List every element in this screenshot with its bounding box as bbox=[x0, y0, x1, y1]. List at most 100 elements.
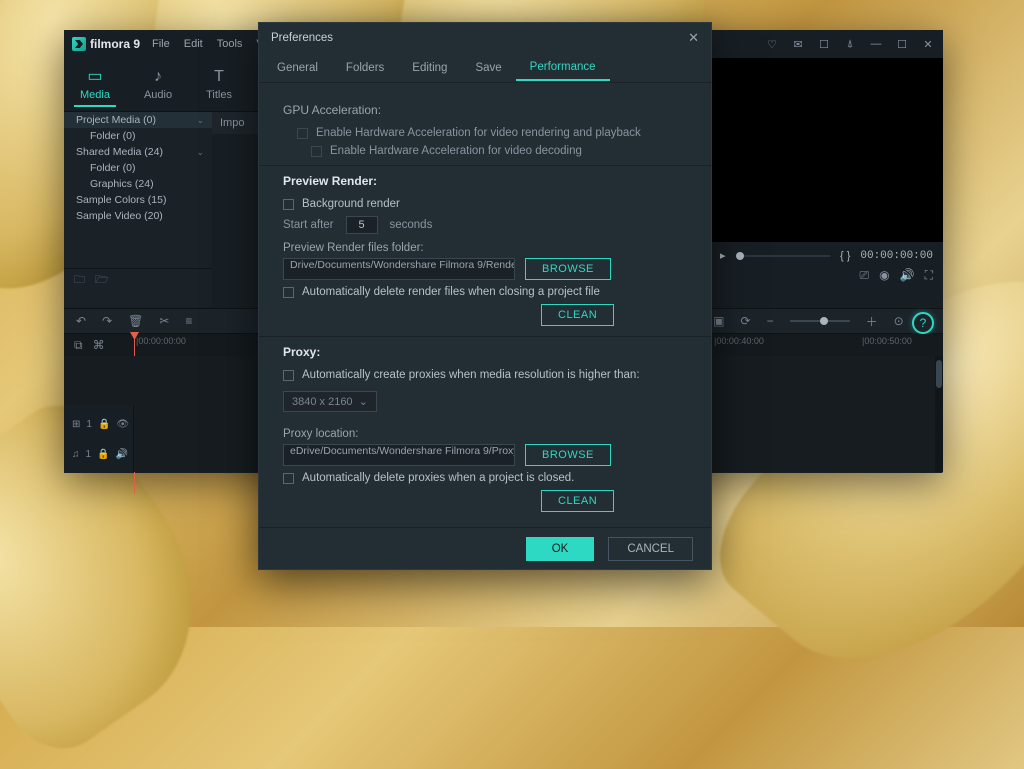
titles-icon: T bbox=[214, 68, 224, 86]
tab-audio[interactable]: ♪ Audio bbox=[138, 64, 178, 105]
logo-icon bbox=[72, 37, 86, 51]
proxy-browse-button[interactable]: BROWSE bbox=[525, 444, 611, 466]
bg-render-label: Background render bbox=[302, 198, 400, 210]
proxy-clean-button[interactable]: CLEAN bbox=[541, 490, 614, 512]
user-icon[interactable]: ♡ bbox=[765, 37, 779, 51]
auto-delete-render-label: Automatically delete render files when c… bbox=[302, 286, 600, 298]
tab-titles-label: Titles bbox=[206, 89, 232, 101]
ruler-tick: |00:00:40:00 bbox=[714, 336, 764, 346]
dialog-close-icon[interactable]: ✕ bbox=[688, 30, 699, 46]
crop-icon[interactable]: ▣ bbox=[713, 314, 724, 328]
logo-text: filmora 9 bbox=[90, 37, 140, 51]
track-labels: ⊞1 🔒 👁 ♫1 🔒 🔊 bbox=[64, 405, 134, 473]
tree-folder[interactable]: Folder (0) bbox=[64, 128, 212, 144]
lock-icon[interactable]: 🔒 bbox=[97, 449, 109, 460]
undo-icon[interactable]: ↶ bbox=[76, 314, 86, 328]
volume-icon[interactable]: 🔊 bbox=[900, 268, 915, 283]
cancel-button[interactable]: CANCEL bbox=[608, 537, 693, 561]
dialog-footer: OK CANCEL bbox=[259, 527, 711, 569]
message-icon[interactable]: ✉ bbox=[791, 37, 805, 51]
gpu-render-label: Enable Hardware Acceleration for video r… bbox=[316, 127, 641, 139]
auto-delete-render-row[interactable]: Automatically delete render files when c… bbox=[283, 286, 687, 298]
zoom-in-icon[interactable]: ＋ bbox=[866, 313, 878, 330]
tree-label: Folder (0) bbox=[90, 130, 136, 142]
auto-create-proxy-row[interactable]: Automatically create proxies when media … bbox=[283, 369, 687, 381]
chain-icon[interactable]: ⧉ bbox=[74, 338, 83, 353]
scrollbar-thumb[interactable] bbox=[936, 360, 942, 388]
tree-sample-video[interactable]: Sample Video (20) bbox=[64, 208, 212, 224]
pref-tab-folders[interactable]: Folders bbox=[332, 56, 398, 80]
preview-seekbar[interactable] bbox=[736, 255, 830, 257]
fullscreen-icon[interactable]: ⛶ bbox=[925, 268, 933, 283]
menu-edit[interactable]: Edit bbox=[184, 38, 203, 50]
menu-tools[interactable]: Tools bbox=[217, 38, 243, 50]
proxy-resolution-select[interactable]: 3840 x 2160 ⌄ bbox=[283, 391, 377, 412]
braces-icon[interactable]: { } bbox=[840, 250, 850, 262]
start-after-row: Start after seconds bbox=[283, 216, 687, 234]
checkbox-icon bbox=[283, 199, 294, 210]
audio-icon: ♪ bbox=[154, 68, 162, 86]
cut-icon[interactable]: ✂ bbox=[159, 314, 169, 328]
tab-audio-label: Audio bbox=[144, 89, 172, 101]
tree-shared-media[interactable]: Shared Media (24) ⌄ bbox=[64, 144, 212, 160]
render-icon[interactable]: ⟳ bbox=[741, 314, 751, 328]
speaker-icon[interactable]: 🔊 bbox=[116, 449, 128, 460]
proxy-location-input[interactable]: eDrive/Documents/Wondershare Filmora 9/P… bbox=[283, 444, 515, 466]
render-browse-button[interactable]: BROWSE bbox=[525, 258, 611, 280]
render-heading: Preview Render: bbox=[283, 174, 687, 188]
auto-delete-proxy-row[interactable]: Automatically delete proxies when a proj… bbox=[283, 472, 687, 484]
tree-graphics[interactable]: Graphics (24) bbox=[64, 176, 212, 192]
proxy-resolution-value: 3840 x 2160 bbox=[292, 396, 353, 408]
maximize-icon[interactable]: ☐ bbox=[895, 37, 909, 51]
gpu-render-checkbox-row[interactable]: Enable Hardware Acceleration for video r… bbox=[283, 127, 687, 139]
tree-label: Project Media (0) bbox=[76, 114, 156, 126]
link-icon[interactable]: ⌘ bbox=[93, 338, 105, 353]
tab-media[interactable]: ▭ Media bbox=[74, 62, 116, 107]
delete-icon[interactable]: 🗑 bbox=[128, 314, 143, 328]
gpu-decode-label: Enable Hardware Acceleration for video d… bbox=[330, 145, 582, 157]
render-folder-input[interactable]: Drive/Documents/Wondershare Filmora 9/Re… bbox=[283, 258, 515, 280]
bg-render-checkbox-row[interactable]: Background render bbox=[283, 198, 687, 210]
timeline-scrollbar[interactable] bbox=[935, 356, 943, 472]
proxy-location-row: eDrive/Documents/Wondershare Filmora 9/P… bbox=[283, 444, 687, 466]
new-folder-plus-icon[interactable]: 🗁 bbox=[95, 271, 109, 290]
lock-icon[interactable]: 🔒 bbox=[98, 419, 110, 430]
tree-sample-colors[interactable]: Sample Colors (15) bbox=[64, 192, 212, 208]
tree-folder[interactable]: Folder (0) bbox=[64, 160, 212, 176]
zoom-fit-icon[interactable]: ⊙ bbox=[894, 314, 904, 328]
audio-track-label[interactable]: ♫1 🔒 🔊 bbox=[72, 449, 125, 460]
minimize-icon[interactable]: — bbox=[869, 37, 883, 51]
video-track-icon: ⊞ bbox=[72, 419, 80, 430]
start-after-input[interactable] bbox=[346, 216, 378, 234]
mic-icon[interactable]: ⍋ bbox=[843, 37, 857, 51]
gpu-heading: GPU Acceleration: bbox=[283, 103, 687, 117]
help-button[interactable]: ? bbox=[912, 312, 934, 334]
pref-tab-performance[interactable]: Performance bbox=[516, 55, 610, 81]
render-clean-button[interactable]: CLEAN bbox=[541, 304, 614, 326]
close-icon[interactable]: ✕ bbox=[921, 37, 935, 51]
tree-project-media[interactable]: Project Media (0) ⌄ bbox=[64, 112, 212, 128]
bookmark-icon[interactable]: ☐ bbox=[817, 37, 831, 51]
pref-tab-editing[interactable]: Editing bbox=[398, 56, 461, 80]
ok-button[interactable]: OK bbox=[526, 537, 595, 561]
tree-footer: 🗀 🗁 bbox=[64, 268, 212, 292]
tree-label: Graphics (24) bbox=[90, 178, 154, 190]
camera-icon[interactable]: ◉ bbox=[879, 268, 889, 283]
menu-file[interactable]: File bbox=[152, 38, 170, 50]
pref-tab-save[interactable]: Save bbox=[461, 56, 515, 80]
adjust-icon[interactable]: ≡ bbox=[185, 314, 192, 328]
tab-titles[interactable]: T Titles bbox=[200, 64, 238, 105]
gpu-decode-checkbox-row[interactable]: Enable Hardware Acceleration for video d… bbox=[283, 145, 687, 157]
zoom-slider[interactable] bbox=[790, 320, 850, 322]
eye-icon[interactable]: 👁 bbox=[116, 419, 129, 430]
screenshot-icon[interactable]: ⎚ bbox=[860, 268, 870, 283]
video-track-label[interactable]: ⊞1 🔒 👁 bbox=[72, 419, 125, 430]
play-icon[interactable]: ▸ bbox=[720, 249, 726, 262]
zoom-out-icon[interactable]: − bbox=[767, 314, 774, 328]
checkbox-icon bbox=[283, 287, 294, 298]
redo-icon[interactable]: ↷ bbox=[102, 314, 112, 328]
new-folder-icon[interactable]: 🗀 bbox=[74, 271, 85, 290]
pref-tab-general[interactable]: General bbox=[263, 56, 332, 80]
checkbox-icon bbox=[311, 146, 322, 157]
dialog-body: GPU Acceleration: Enable Hardware Accele… bbox=[259, 83, 711, 527]
